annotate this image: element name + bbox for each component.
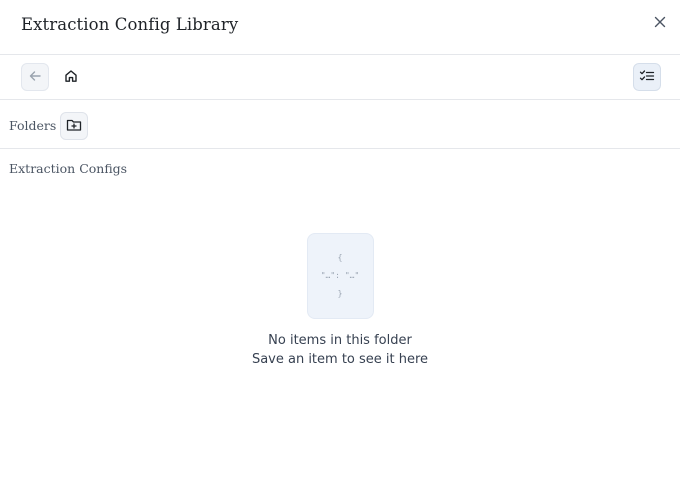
extraction-configs-heading: Extraction Configs — [9, 161, 128, 176]
empty-card-line: } — [337, 289, 343, 298]
home-button[interactable] — [57, 63, 85, 91]
arrow-left-icon — [28, 68, 42, 87]
empty-card-line: "…": "…" — [320, 271, 360, 280]
json-placeholder-icon: { "…": "…" } — [306, 233, 374, 319]
checklist-icon — [639, 68, 655, 87]
empty-card-line: { — [337, 253, 343, 262]
dialog-title: Extraction Config Library — [21, 15, 239, 34]
config-library-dialog: Extraction Config Library Folders Extrac… — [0, 0, 680, 491]
empty-state-title: No items in this folder — [268, 333, 412, 348]
navigation-toolbar — [0, 55, 680, 100]
new-folder-button[interactable] — [60, 112, 88, 140]
back-button[interactable] — [21, 63, 49, 91]
folder-plus-icon — [66, 117, 82, 136]
empty-state-subtitle: Save an item to see it here — [251, 352, 429, 367]
folders-section: Folders — [0, 100, 680, 149]
select-items-button[interactable] — [633, 63, 661, 91]
folders-heading: Folders — [9, 118, 57, 133]
home-icon — [64, 68, 78, 87]
empty-state: { "…": "…" } No items in this folder Sav… — [0, 233, 680, 367]
close-icon — [654, 13, 666, 32]
dialog-header: Extraction Config Library — [0, 0, 680, 55]
close-button[interactable] — [652, 14, 668, 30]
